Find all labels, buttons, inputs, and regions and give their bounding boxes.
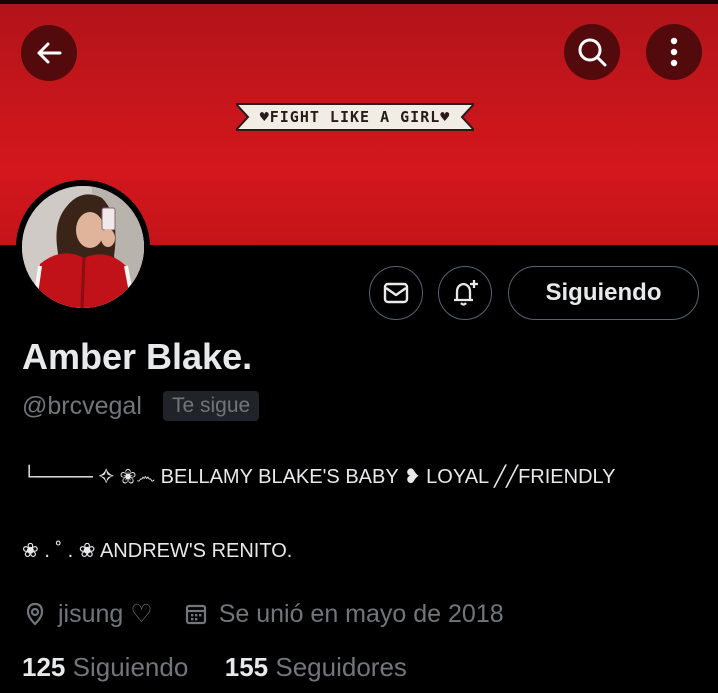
calendar-icon (183, 601, 209, 627)
banner-ribbon: ♥FIGHT LIKE A GIRL♥ (233, 100, 477, 134)
banner-text: ♥FIGHT LIKE A GIRL♥ (259, 108, 451, 126)
more-vertical-icon (670, 37, 678, 67)
avatar-photo (22, 186, 144, 308)
back-button[interactable] (21, 25, 77, 81)
joined-date: Se unió en mayo de 2018 (218, 599, 504, 628)
mail-icon (383, 282, 409, 304)
profile-meta: jisung ♡ Se unió en mayo de 2018 (22, 596, 504, 632)
message-button[interactable] (369, 266, 423, 320)
location-text: jisung ♡ (58, 600, 153, 628)
search-icon (578, 38, 607, 67)
bell-plus-icon (454, 280, 478, 306)
location-icon (22, 601, 48, 627)
display-name: Amber Blake. (22, 336, 253, 377)
bio-line-1: └──── ✧ ❀෴ BELLAMY BLAKE'S BABY ❥ LOYAL … (22, 466, 616, 488)
follows-you-badge: Te sigue (163, 391, 260, 421)
following-count: 125 (22, 652, 66, 682)
avatar-image (22, 186, 144, 308)
following-button[interactable]: Siguiendo (508, 266, 699, 320)
following-link[interactable]: 125 Siguiendo (22, 652, 196, 682)
followers-link[interactable]: 155 Seguidores (225, 652, 407, 682)
avatar[interactable] (16, 180, 150, 314)
handle: @brcvegal (22, 392, 142, 420)
following-label: Siguiendo (72, 652, 189, 682)
more-button[interactable] (646, 24, 702, 80)
followers-count: 155 (224, 652, 269, 682)
follow-stats: 125 Siguiendo 155 Seguidores (22, 652, 407, 683)
notify-button[interactable] (438, 266, 492, 320)
status-strip (0, 0, 718, 4)
bio-line-2: ❀ . ˚ . ❀ ANDREW'S RENITO. (22, 540, 293, 562)
search-button[interactable] (564, 24, 620, 80)
arrow-left-icon (37, 42, 62, 64)
followers-label: Seguidores (275, 652, 407, 682)
